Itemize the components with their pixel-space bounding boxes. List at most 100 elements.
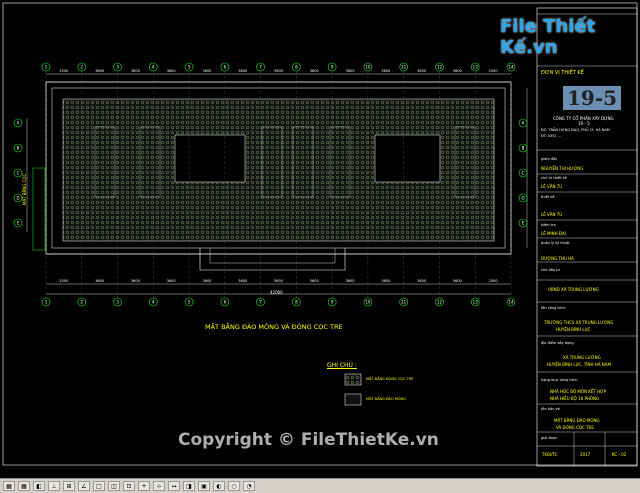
legend-item-excavation: MẶT BẰNG ĐÀO MÓNG — [366, 397, 406, 401]
tb-label-phase: giai đoạn — [541, 436, 558, 440]
axis-top-label: 11 — [401, 65, 407, 70]
legend-item-pile: MẶT BẰNG ĐÓNG CỌC TRE — [366, 377, 414, 381]
dimension-label: 3600 — [167, 279, 176, 283]
dimension-label: 3600 — [95, 69, 104, 73]
tb-value-location: XÃ TRUNG LƯƠNG — [563, 355, 601, 360]
axis-top-label: 12 — [437, 65, 443, 70]
dimension-label: 3600 — [167, 69, 176, 73]
axis-top-label: 6 — [224, 65, 227, 70]
axis-top-label: 9 — [331, 65, 334, 70]
axis-bottom-label: 1 — [45, 300, 48, 305]
company-address: ĐC: TRẦN HƯNG ĐẠO, PHỦ LÝ, HÀ NAM — [541, 128, 610, 132]
dimension-label: 2500 — [489, 69, 498, 73]
axis-top-label: 8 — [295, 65, 298, 70]
tb-label-director: giám đốc — [541, 157, 558, 161]
statusbar-toggle-icon[interactable]: ↔ — [168, 481, 180, 491]
axis-right-label: C — [522, 171, 525, 176]
tb-label-sheet: tên bản vẽ — [541, 407, 560, 411]
axis-top-label: 10 — [365, 65, 371, 70]
axis-bottom-label: 9 — [331, 300, 334, 305]
statusbar-toggle-icon[interactable]: ▦ — [18, 481, 30, 491]
statusbar-toggle-icon[interactable]: ∠ — [78, 481, 90, 491]
axis-left-label: C — [17, 171, 20, 176]
axis-top-label: 1 — [45, 65, 48, 70]
dimension-label: 3600 — [453, 69, 462, 73]
statusbar-toggle-icon[interactable]: ○ — [228, 481, 240, 491]
axis-right-label: D — [521, 196, 524, 201]
axis-bottom-label: 8 — [295, 300, 298, 305]
dimension-label: 3600 — [310, 279, 319, 283]
dimension-label: 3600 — [274, 279, 283, 283]
statusbar-toggle-icon[interactable]: ⊞ — [63, 481, 75, 491]
dimension-label: 3600 — [310, 69, 319, 73]
dimension-label: 3600 — [238, 69, 247, 73]
drawing-title: MẶT BẰNG ĐÀO MÓNG VÀ ĐÓNG CỌC TRE — [205, 323, 343, 331]
company-logo: 19-5 — [563, 86, 622, 110]
statusbar-toggle-icon[interactable]: ◔ — [243, 481, 255, 491]
axis-top-label: 13 — [473, 65, 479, 70]
statusbar-toggle-icon[interactable]: ◧ — [33, 481, 45, 491]
tb-label-design: thiết kế — [541, 195, 555, 199]
tb-value-item-sub: NHÀ HIỆU BỘ 16 PHÒNG — [550, 396, 600, 401]
status-bar: ▦ ▦ ◧ ⊥ ⊞ ∠ □ ◫ ⊡ + ⊹ ↔ ◨ ▣ ◐ ○ ◔ — [0, 478, 640, 493]
axis-top-label: 14 — [508, 65, 514, 70]
dimension-label: 3600 — [274, 69, 283, 73]
tb-label-investor: chủ đầu tư — [541, 268, 560, 272]
dimension-label: 3600 — [131, 69, 140, 73]
tb-value-tech: DƯƠNG THU HÀ — [541, 256, 574, 261]
tb-value-location-sub: HUYỆN BÌNH LỤC, TỈNH HÀ NAM — [547, 362, 611, 367]
tb-value-sheet: MẶT BẰNG ĐÀO MÓNG — [554, 418, 600, 423]
dimension-label: 3600 — [381, 69, 390, 73]
watermark-brand: File Thiết Kế.vn — [500, 16, 596, 58]
axis-left-label: D — [16, 196, 19, 201]
dimension-label: 3600 — [417, 69, 426, 73]
tb-value-check: LÊ MINH ĐẠI — [541, 231, 566, 236]
dimension-label: 3600 — [381, 279, 390, 283]
axis-top-label: 2 — [80, 65, 83, 70]
axis-top-label: 5 — [188, 65, 191, 70]
axis-bottom-label: 3 — [116, 300, 119, 305]
tb-value-project-sub: HUYỆN BÌNH LỤC — [556, 327, 591, 332]
axis-bottom-label: 6 — [224, 300, 227, 305]
legend-swatch-excavation — [344, 393, 362, 406]
tb-value-sheet-no: KC - 02 — [612, 452, 627, 457]
tb-value-phase: TKBVTC — [542, 452, 558, 457]
axis-right-label: B — [522, 146, 525, 151]
statusbar-toggle-icon[interactable]: ⊡ — [123, 481, 135, 491]
statusbar-toggle-icon[interactable]: ▦ — [3, 481, 15, 491]
axis-left-label: E — [17, 221, 20, 226]
axis-bottom-label: 11 — [401, 300, 407, 305]
dimension-label: 2500 — [59, 279, 68, 283]
dimension-label: 3600 — [131, 279, 140, 283]
dimension-label: 3600 — [203, 69, 212, 73]
statusbar-toggle-icon[interactable]: ⊥ — [48, 481, 60, 491]
axis-left-label: A — [17, 121, 20, 126]
dimension-label: 2500 — [59, 69, 68, 73]
tb-value-sheet-sub: VÀ ĐÓNG CỌC TRE — [556, 425, 594, 430]
statusbar-toggle-icon[interactable]: ▣ — [198, 481, 210, 491]
cad-drawing-canvas[interactable]: 1 2 3 4 5 6 7 8 9 10 11 12 13 14 1 2 3 4 5 6 7 8 9 10 11 12 13 14 … — [0, 0, 640, 478]
tb-label-project: tên công trình — [541, 306, 566, 310]
statusbar-toggle-icon[interactable]: ◨ — [183, 481, 195, 491]
statusbar-toggle-icon[interactable]: ◐ — [213, 481, 225, 491]
tb-value-project: TRƯỜNG THCS XÃ TRUNG LƯƠNG — [544, 320, 614, 325]
statusbar-toggle-icon[interactable]: ⊹ — [153, 481, 165, 491]
axis-right-label: E — [522, 221, 525, 226]
axis-left-label: B — [17, 146, 20, 151]
tb-value-director: NGUYỄN THỊ HƯƠNG — [541, 166, 584, 171]
dimension-label: 3600 — [95, 279, 104, 283]
tb-value-lead: LÊ VĂN TÚ — [541, 184, 563, 189]
legend-swatch-pile — [344, 373, 362, 386]
design-unit-label: ĐƠN VỊ THIẾT KẾ — [541, 70, 584, 76]
statusbar-toggle-icon[interactable]: ◫ — [108, 481, 120, 491]
company-phone: ĐT: 0351 ... — [541, 134, 562, 138]
statusbar-toggle-icon[interactable]: □ — [93, 481, 105, 491]
tb-label-tech: quản lý kỹ thuật — [541, 241, 570, 245]
tb-label-lead: chủ trì thiết kế — [541, 176, 567, 180]
statusbar-toggle-icon[interactable]: + — [138, 481, 150, 491]
dimension-label: 2500 — [489, 279, 498, 283]
axis-top-label: 3 — [116, 65, 119, 70]
axis-bottom-label: 5 — [188, 300, 191, 305]
axis-bottom-label: 14 — [508, 300, 514, 305]
tb-value-design: LÊ VĂN TÚ — [541, 212, 563, 217]
